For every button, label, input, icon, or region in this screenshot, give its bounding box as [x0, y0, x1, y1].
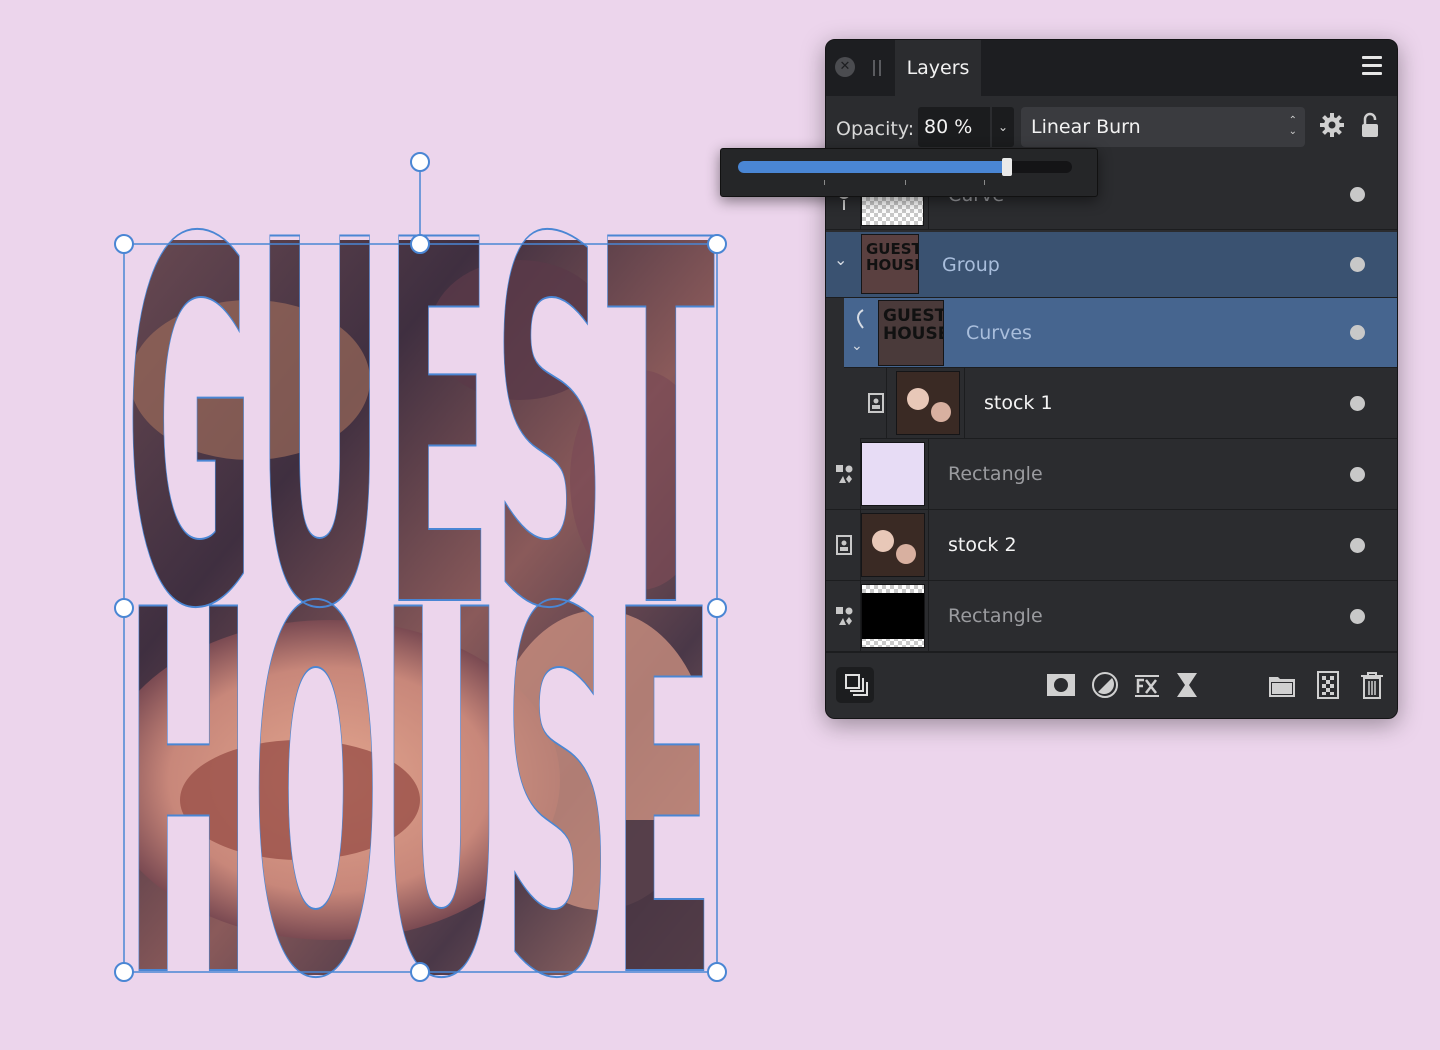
resize-handle-left[interactable] [114, 598, 134, 618]
layer-row-stock-1[interactable]: stock 1 [860, 368, 1397, 439]
fx-icon[interactable] [1132, 670, 1162, 700]
chevron-down-icon[interactable]: ⌄ [851, 338, 871, 360]
chevron-down-icon[interactable]: ⌄ [834, 250, 854, 272]
opacity-slider-fill [738, 161, 1010, 173]
blend-mode-select[interactable]: Linear Burn ⌃ ⌄ [1021, 107, 1305, 147]
slider-tick [905, 180, 906, 185]
layers-toolbar [826, 652, 1397, 718]
layer-row-rectangle-2[interactable]: Rectangle [826, 581, 1397, 652]
visibility-dot[interactable] [1350, 467, 1365, 482]
slider-tick [984, 180, 985, 185]
layer-thumbnail [861, 442, 925, 506]
canvas-artwork[interactable]: GUEST HOUSE GUEST HOUSE [0, 0, 740, 1050]
resize-handle-top[interactable] [410, 234, 430, 254]
shape-layer-icon [836, 607, 853, 625]
resize-handle-top-left[interactable] [114, 234, 134, 254]
layer-name: stock 1 [984, 392, 1053, 414]
add-pixel-layer-icon[interactable] [1313, 670, 1343, 700]
layer-row-group[interactable]: ⌄ GUEST HOUSE Group [826, 232, 1397, 298]
shape-layer-icon [836, 465, 853, 483]
panel-header: ✕ Layers [826, 40, 1397, 96]
opacity-slider-popup [720, 148, 1098, 197]
layer-row-curves[interactable]: ⌄ GUEST HOUSE Curves [844, 298, 1397, 368]
visibility-dot[interactable] [1350, 325, 1365, 340]
layers-panel: ✕ Layers Opacity: 80 % ⌄ Linear Burn ⌃ ⌄ … [825, 39, 1398, 719]
resize-handle-bottom[interactable] [410, 962, 430, 982]
layer-thumbnail [861, 513, 925, 577]
resize-handle-top-right[interactable] [707, 234, 727, 254]
resize-handle-right[interactable] [707, 598, 727, 618]
opacity-slider-track[interactable] [738, 158, 1072, 176]
resize-handle-bottom-left[interactable] [114, 962, 134, 982]
chevron-up-down-icon: ⌃ ⌄ [1288, 115, 1297, 137]
visibility-dot[interactable] [1350, 538, 1365, 553]
curves-adjust-icon [857, 309, 864, 329]
adjustment-icon[interactable] [1090, 670, 1120, 700]
layer-name: Group [942, 254, 1000, 276]
visibility-dot[interactable] [1350, 609, 1365, 624]
drag-grip-icon[interactable] [873, 60, 881, 76]
lock-icon[interactable] [1359, 111, 1381, 139]
layer-thumbnail [861, 584, 925, 648]
layer-stack-icon[interactable] [836, 667, 874, 703]
opacity-label: Opacity: [836, 118, 915, 140]
tab-layers[interactable]: Layers [895, 40, 981, 96]
opacity-slider-thumb[interactable] [1002, 158, 1013, 176]
layer-thumbnail [896, 371, 960, 435]
visibility-dot[interactable] [1350, 257, 1365, 272]
panel-menu-icon[interactable] [1362, 56, 1382, 76]
mask-layer-icon[interactable] [1046, 670, 1076, 700]
visibility-dot[interactable] [1350, 396, 1365, 411]
live-filter-icon[interactable] [1172, 670, 1202, 700]
slider-tick [824, 180, 825, 185]
folder-icon[interactable] [1267, 670, 1297, 700]
layer-row-rectangle-1[interactable]: Rectangle [826, 439, 1397, 510]
resize-handle-bottom-right[interactable] [707, 962, 727, 982]
image-layer-icon [836, 535, 852, 555]
layer-row-stock-2[interactable]: stock 2 [826, 510, 1397, 581]
layer-thumbnail: GUEST HOUSE [878, 300, 944, 366]
opacity-dropdown-button[interactable]: ⌄ [992, 107, 1014, 147]
layer-name: Curves [966, 322, 1032, 344]
blend-mode-value: Linear Burn [1031, 116, 1141, 138]
trash-icon[interactable] [1357, 670, 1387, 700]
gear-icon[interactable] [1319, 112, 1345, 138]
rotation-handle[interactable] [410, 152, 430, 172]
layer-name: Rectangle [948, 463, 1043, 485]
close-panel-icon[interactable]: ✕ [835, 57, 855, 77]
image-layer-icon [868, 393, 884, 413]
layer-name: Rectangle [948, 605, 1043, 627]
layer-name: stock 2 [948, 534, 1017, 556]
opacity-input[interactable]: 80 % [918, 107, 990, 147]
visibility-dot[interactable] [1350, 187, 1365, 202]
layer-thumbnail: GUEST HOUSE [861, 234, 919, 294]
